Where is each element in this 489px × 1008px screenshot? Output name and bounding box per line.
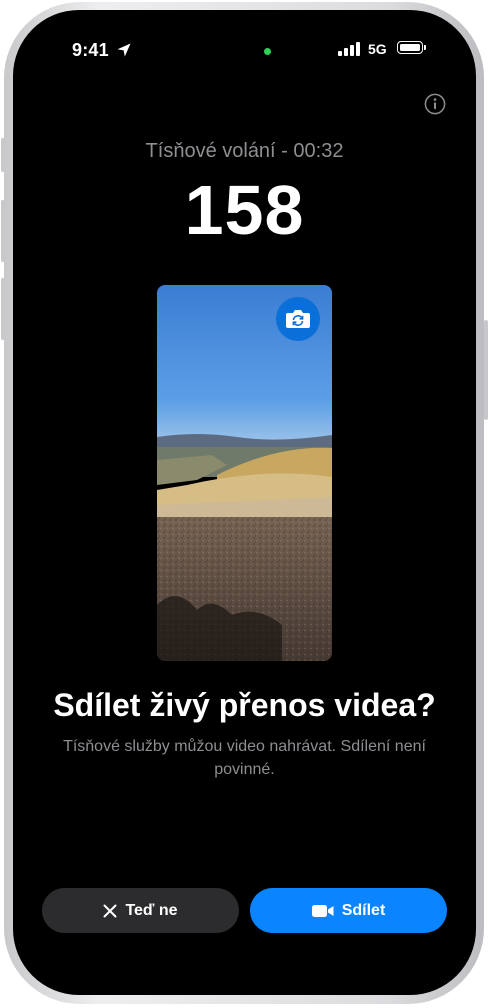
not-now-label: Teď ne	[125, 901, 178, 919]
share-video-title: Sdílet živý přenos videa?	[53, 687, 436, 723]
camera-preview	[157, 285, 332, 661]
not-now-button[interactable]: Teď ne	[42, 888, 239, 933]
camera-in-use-indicator	[264, 48, 271, 55]
emergency-call-screen: 9:41 5G Tísňové volání - 00:32 158 Sdíle…	[13, 10, 476, 995]
dialed-number: 158	[184, 171, 305, 249]
video-camera-icon	[311, 904, 334, 917]
network-type: 5G	[368, 41, 387, 57]
info-icon[interactable]	[424, 93, 446, 115]
flip-camera-button[interactable]	[276, 297, 320, 341]
share-button[interactable]: Sdílet	[250, 888, 447, 933]
status-bar: 9:41 5G	[13, 10, 476, 80]
share-video-description: Tísňové služby můžou video nahrávat. Sdí…	[63, 738, 426, 778]
camera-feed-image	[157, 285, 332, 661]
battery-tip	[424, 45, 426, 50]
call-status-label: Tísňové volání - 00:32	[145, 140, 344, 162]
close-icon	[103, 904, 117, 917]
power-button	[484, 320, 488, 420]
action-button	[1, 138, 5, 172]
battery-icon	[397, 41, 423, 54]
status-time: 9:41	[72, 40, 109, 60]
camera-flip-icon	[286, 310, 310, 328]
share-label: Sdílet	[341, 901, 386, 919]
volume-up-button	[1, 200, 5, 262]
location-arrow-icon	[117, 43, 131, 57]
volume-down-button	[1, 278, 5, 340]
cellular-signal-icon	[338, 42, 360, 56]
